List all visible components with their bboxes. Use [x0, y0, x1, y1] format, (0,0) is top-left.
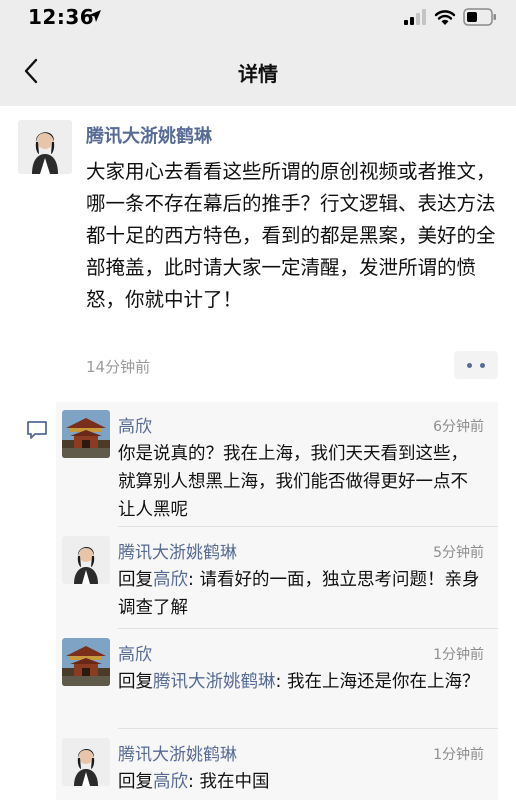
comment-item[interactable]: 高欣 1分钟前 回复腾讯大浙姚鹤琳: 我在上海还是你在上海？ [56, 630, 498, 726]
status-time: 12:36 [28, 5, 95, 29]
reply-prefix: 回复 [118, 672, 153, 692]
divider [118, 628, 498, 629]
dot-icon [480, 363, 485, 368]
moment-post: 腾讯大浙姚鹤琳 大家用心去看看这些所谓的原创视频或者推文，哪一条不存在幕后的推手… [0, 106, 516, 396]
comment-text: 回复腾讯大浙姚鹤琳: 我在上海还是你在上海？ [118, 668, 484, 696]
comment-item[interactable]: 腾讯大浙姚鹤琳 5分钟前 回复高欣: 请看好的一面，独立思考问题！亲身调查了解 [56, 528, 498, 624]
reply-prefix: 回复 [118, 772, 153, 792]
avatar[interactable] [62, 410, 110, 458]
avatar[interactable] [62, 536, 110, 584]
post-text: 大家用心去看看这些所谓的原创视频或者推文，哪一条不存在幕后的推手？行文逻辑、表达… [86, 160, 496, 311]
commenter-name[interactable]: 高欣 [118, 640, 152, 665]
reply-body: : 我在上海还是你在上海？ [275, 672, 480, 692]
person-avatar-icon [18, 120, 72, 174]
comment-icon [27, 421, 47, 439]
comment-timestamp: 1分钟前 [433, 747, 484, 763]
person-avatar-icon [62, 738, 110, 786]
comment-item[interactable]: 高欣 6分钟前 你是说真的？我在上海，我们天天看到这些，就算别人想黑上海，我们能… [56, 402, 498, 520]
reply-to-name[interactable]: 腾讯大浙姚鹤琳 [153, 672, 276, 692]
page-title: 详情 [238, 62, 278, 86]
comment-item[interactable]: 腾讯大浙姚鹤琳 1分钟前 回复高欣: 我在中国 [56, 730, 498, 800]
battery-icon [463, 8, 496, 26]
comment-text: 你是说真的？我在上海，我们天天看到这些，就算别人想黑上海，我们能否做得更好一点不… [118, 444, 468, 520]
temple-avatar-icon [62, 410, 110, 458]
status-bar: 12:36 [0, 0, 516, 36]
comment-text: 回复高欣: 请看好的一面，独立思考问题！亲身调查了解 [118, 566, 484, 622]
avatar[interactable] [18, 120, 72, 174]
wifi-icon [434, 10, 456, 25]
post-author-name[interactable]: 腾讯大浙姚鹤琳 [86, 122, 212, 148]
reply-to-name[interactable]: 高欣 [153, 570, 188, 590]
reply-prefix: 回复 [118, 570, 153, 590]
commenter-name[interactable]: 高欣 [118, 412, 152, 437]
cellular-signal-icon [404, 9, 426, 25]
person-avatar-icon [62, 536, 110, 584]
location-arrow-icon [89, 10, 101, 22]
reply-to-name[interactable]: 高欣 [153, 772, 188, 792]
comment-timestamp: 5分钟前 [433, 545, 484, 561]
divider [118, 526, 498, 527]
comment-timestamp: 1分钟前 [433, 647, 484, 663]
avatar[interactable] [62, 738, 110, 786]
divider [118, 728, 498, 729]
reply-body: : 我在中国 [188, 772, 270, 792]
comment-text: 回复高欣: 我在中国 [118, 768, 484, 796]
post-timestamp: 14分钟前 [86, 358, 151, 376]
commenter-name[interactable]: 腾讯大浙姚鹤琳 [118, 538, 237, 563]
more-actions-button[interactable] [454, 351, 498, 379]
temple-avatar-icon [62, 638, 110, 686]
comments-section: 高欣 6分钟前 你是说真的？我在上海，我们天天看到这些，就算别人想黑上海，我们能… [56, 402, 498, 800]
comment-timestamp: 6分钟前 [433, 419, 484, 435]
commenter-name[interactable]: 腾讯大浙姚鹤琳 [118, 740, 237, 765]
dot-icon [467, 363, 472, 368]
avatar[interactable] [62, 638, 110, 686]
nav-bar: 详情 [0, 36, 516, 106]
